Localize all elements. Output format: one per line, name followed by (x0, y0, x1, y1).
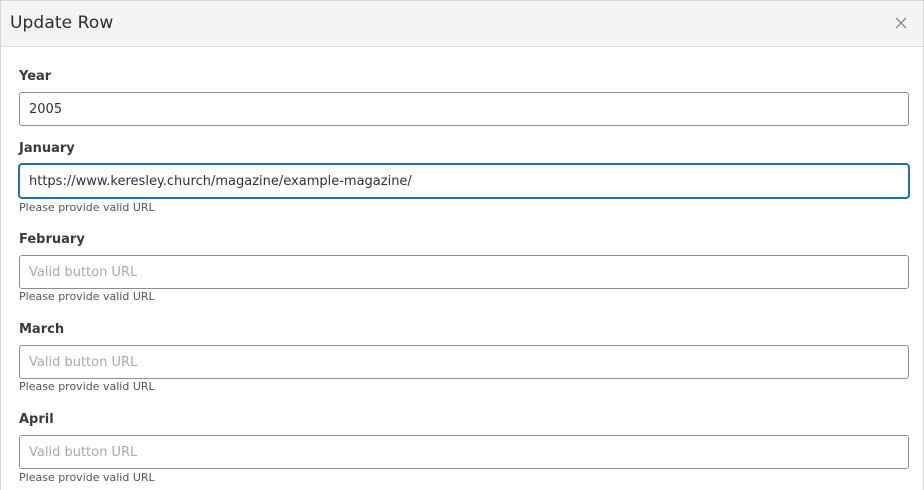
field-label-february: February (19, 232, 85, 247)
field-january: January Please provide valid URL (19, 141, 909, 214)
january-url-input[interactable] (19, 164, 909, 198)
field-help-april: Please provide valid URL (19, 471, 155, 484)
field-label-march: March (19, 322, 65, 337)
modal-title: Update Row (10, 13, 114, 33)
april-url-input[interactable] (19, 435, 909, 469)
field-year: Year (19, 69, 909, 126)
march-url-input[interactable] (19, 345, 909, 379)
field-april: April Please provide valid URL (19, 412, 909, 484)
field-february: February Please provide valid URL (19, 232, 909, 303)
field-label-year: Year (19, 69, 52, 84)
close-icon (895, 17, 907, 29)
year-input[interactable] (19, 92, 909, 126)
update-row-modal: Update Row Year January Please provide v… (0, 0, 924, 490)
field-help-january: Please provide valid URL (19, 201, 155, 214)
modal-header: Update Row (1, 1, 923, 47)
close-button[interactable] (889, 11, 913, 35)
field-help-march: Please provide valid URL (19, 380, 155, 393)
field-label-april: April (19, 412, 54, 427)
field-march: March Please provide valid URL (19, 322, 909, 393)
february-url-input[interactable] (19, 255, 909, 289)
field-help-february: Please provide valid URL (19, 290, 155, 303)
field-label-january: January (19, 141, 75, 156)
